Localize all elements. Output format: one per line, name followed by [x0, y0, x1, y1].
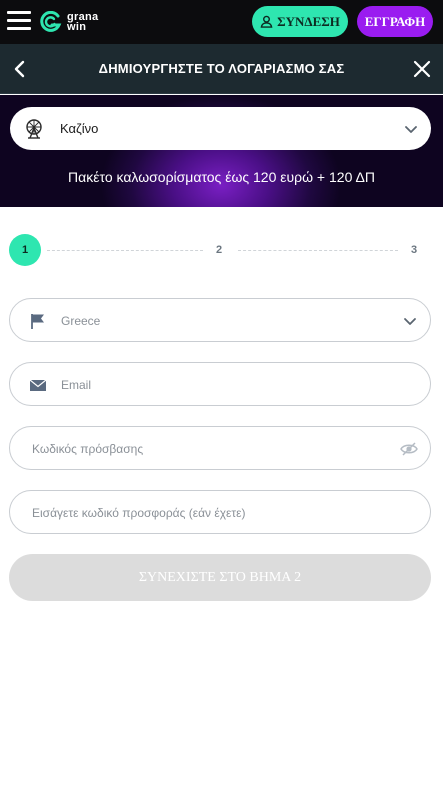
password-field[interactable]: Κωδικός πρόσβασης — [9, 426, 431, 470]
email-field[interactable]: Email — [9, 362, 431, 406]
page-header: ΔΗΜΙΟΥΡΓΗΣΤΕ ΤΟ ΛΟΓΑΡΙΑΣΜΟ ΣΑΣ — [0, 44, 443, 94]
logo-text: grana win — [67, 12, 98, 33]
register-button[interactable]: ΕΓΓΡΑΦΗ — [357, 6, 433, 37]
step-1-label: 1 — [21, 244, 29, 256]
step-1-indicator: 1 — [9, 234, 41, 266]
back-arrow-icon[interactable] — [10, 59, 30, 79]
flag-icon — [31, 314, 44, 329]
logo[interactable]: grana win — [40, 9, 98, 35]
continue-button[interactable]: ΣΥΝΕΧΙΣΤΕ ΣΤΟ ΒΗΜΑ 2 — [9, 554, 431, 601]
promo-code-placeholder: Εισάγετε κωδικό προσφοράς (εάν έχετε) — [32, 506, 246, 520]
promo-banner: Καζίνο Πακέτο καλωσορίσματος έως 120 ευρ… — [0, 95, 443, 207]
welcome-offer-text: Πακέτο καλωσορίσματος έως 120 ευρώ + 120… — [68, 169, 375, 185]
eye-icon[interactable] — [400, 441, 418, 457]
country-select[interactable]: Greece — [9, 298, 431, 342]
ferris-wheel-icon — [26, 119, 42, 139]
promo-code-field[interactable]: Εισάγετε κωδικό προσφοράς (εάν έχετε) — [9, 490, 431, 534]
close-icon[interactable] — [412, 59, 432, 79]
grana-logo-icon — [40, 11, 62, 32]
top-bar: grana win ΣΥΝΔΕΣΗ ΕΓΓΡΑΦΗ — [0, 0, 443, 44]
chevron-down-icon — [404, 318, 416, 325]
continue-label: ΣΥΝΕΧΙΣΤΕ ΣΤΟ ΒΗΜΑ 2 — [138, 569, 302, 585]
envelope-icon — [29, 379, 47, 391]
chevron-down-icon — [405, 126, 417, 133]
login-label: ΣΥΝΔΕΣΗ — [277, 13, 340, 29]
product-select[interactable]: Καζίνο — [10, 107, 431, 150]
login-button[interactable]: ΣΥΝΔΕΣΗ — [252, 6, 348, 37]
user-icon — [260, 15, 273, 28]
password-placeholder: Κωδικός πρόσβασης — [32, 442, 144, 456]
country-value: Greece — [61, 314, 101, 328]
logo-line2: win — [67, 21, 87, 33]
hamburger-icon[interactable] — [7, 11, 31, 31]
register-label: ΕΓΓΡΑΦΗ — [364, 13, 426, 29]
step-connector — [238, 250, 398, 251]
page-title: ΔΗΜΙΟΥΡΓΗΣΤΕ ΤΟ ΛΟΓΑΡΙΑΣΜΟ ΣΑΣ — [98, 61, 345, 76]
step-connector — [47, 250, 203, 251]
email-placeholder: Email — [61, 378, 92, 392]
step-3-indicator: 3 — [411, 244, 418, 256]
product-select-value: Καζίνο — [60, 121, 99, 136]
step-2-indicator: 2 — [216, 244, 223, 256]
